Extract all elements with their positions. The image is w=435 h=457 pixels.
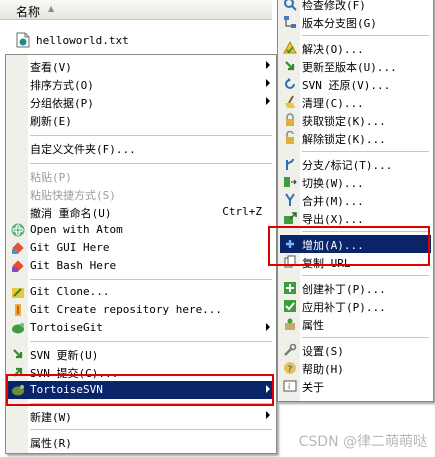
svn-item-cleanup[interactable]: 清理(C)...	[280, 93, 431, 111]
submenu-arrow-icon	[266, 97, 270, 105]
svn-item-apply-patch[interactable]: 应用补丁(P)...	[280, 297, 431, 315]
menu-separator	[30, 163, 272, 164]
menu-item-paste[interactable]: 粘贴(P)	[8, 167, 274, 185]
menu-item-properties[interactable]: 属性(R)	[8, 433, 274, 451]
update-to-revision-icon	[285, 61, 295, 71]
lock-icon	[286, 113, 294, 126]
settings-icon	[284, 343, 297, 356]
svn-item-export[interactable]: 导出(X)...	[280, 209, 431, 227]
menu-item-git-create-repo[interactable]: Git Create repository here...	[8, 301, 274, 319]
svn-update-icon	[13, 349, 23, 359]
menu-separator	[30, 341, 272, 342]
about-icon: i	[283, 380, 297, 392]
submenu-arrow-icon	[266, 79, 270, 87]
menu-item-svn-update[interactable]: SVN 更新(U)	[8, 345, 274, 363]
menu-separator	[30, 135, 272, 136]
svn-item-resolve[interactable]: 解决(O)...	[280, 39, 431, 57]
git-create-repo-icon	[15, 304, 21, 316]
watermark: CSDN @律二萌萌哒	[298, 434, 427, 450]
menu-item-refresh[interactable]: 刷新(E)	[8, 111, 274, 129]
svn-item-settings[interactable]: 设置(S)	[280, 341, 431, 359]
menu-item-group-by[interactable]: 分组依据(P)	[8, 93, 274, 111]
name-column-header[interactable]: 名称 ▲	[0, 0, 272, 20]
menu-separator	[30, 279, 272, 280]
menu-item-git-clone[interactable]: Git Clone...	[8, 283, 274, 301]
svn-item-properties[interactable]: 属性	[280, 315, 431, 333]
svn-item-branch-tag[interactable]: 分支/标记(T)...	[280, 155, 431, 173]
menu-separator	[302, 337, 429, 338]
file-item[interactable]: helloworld.txt	[16, 31, 129, 49]
menu-item-undo-rename[interactable]: 撤消 重命名(U) Ctrl+Z	[8, 203, 274, 221]
menu-item-new[interactable]: 新建(W)	[8, 407, 274, 425]
revision-graph-icon	[284, 16, 296, 28]
sort-ascending-icon: ▲	[48, 4, 55, 13]
git-bash-icon	[12, 260, 24, 272]
svg-text:?: ?	[288, 365, 293, 375]
export-icon	[284, 212, 297, 224]
merge-icon	[285, 193, 295, 206]
tortoisesvn-submenu: 检查修改(F) 版本分支图(G) 解决(O)... 更新至版本(U)... SV…	[277, 0, 434, 402]
menu-separator	[302, 151, 429, 152]
menu-item-open-with-atom[interactable]: Open with Atom	[8, 221, 274, 239]
menu-item-customize-folder[interactable]: 自定义文件夹(F)...	[8, 139, 274, 157]
svn-item-check-modifications[interactable]: 检查修改(F)	[280, 0, 431, 13]
svn-item-release-lock[interactable]: 解除锁定(K)...	[280, 129, 431, 147]
resolve-icon	[283, 41, 297, 54]
svn-item-about[interactable]: i 关于	[280, 377, 431, 395]
annotation-box-tortoisesvn	[6, 374, 274, 406]
submenu-arrow-icon	[266, 323, 270, 331]
apply-patch-icon	[284, 300, 296, 312]
menu-item-tortoisegit[interactable]: TortoiseGit	[8, 319, 274, 337]
branch-icon	[286, 158, 294, 170]
svn-item-update-to-revision[interactable]: 更新至版本(U)...	[280, 57, 431, 75]
column-header-label: 名称	[16, 5, 41, 19]
menu-item-paste-shortcut[interactable]: 粘贴快捷方式(S)	[8, 185, 274, 203]
menu-item-git-gui[interactable]: Git GUI Here	[8, 239, 274, 257]
menu-item-view[interactable]: 查看(V)	[8, 57, 274, 75]
undo-shortcut: Ctrl+Z	[222, 205, 262, 218]
text-file-icon	[16, 32, 30, 48]
menu-separator	[302, 35, 429, 36]
cleanup-icon	[285, 95, 295, 108]
git-gui-icon	[12, 242, 24, 254]
help-icon: ?	[284, 362, 296, 375]
check-modifications-icon	[284, 0, 297, 11]
svn-item-create-patch[interactable]: 创建补丁(P)...	[280, 279, 431, 297]
submenu-arrow-icon	[266, 411, 270, 419]
svn-item-get-lock[interactable]: 获取锁定(K)...	[280, 111, 431, 129]
unlock-icon	[286, 131, 294, 144]
svn-item-revision-graph[interactable]: 版本分支图(G)	[280, 13, 431, 31]
properties-icon	[285, 318, 295, 330]
menu-separator	[302, 275, 429, 276]
svn-item-merge[interactable]: 合并(M)...	[280, 191, 431, 209]
file-name: helloworld.txt	[36, 33, 129, 47]
annotation-box-add	[268, 226, 430, 266]
menu-separator	[30, 429, 272, 430]
tortoisegit-icon	[12, 323, 24, 334]
svn-item-switch[interactable]: 切换(W)...	[280, 173, 431, 191]
create-patch-icon	[284, 282, 296, 294]
svn-item-revert[interactable]: SVN 还原(V)...	[280, 75, 431, 93]
svg-text:i: i	[288, 382, 290, 391]
menu-item-git-bash[interactable]: Git Bash Here	[8, 257, 274, 275]
submenu-arrow-icon	[266, 61, 270, 69]
git-clone-icon	[12, 288, 24, 298]
switch-icon	[284, 177, 297, 187]
revert-icon	[285, 78, 295, 89]
atom-icon	[11, 223, 25, 237]
svn-item-help[interactable]: ? 帮助(H)	[280, 359, 431, 377]
menu-item-sort-by[interactable]: 排序方式(O)	[8, 75, 274, 93]
